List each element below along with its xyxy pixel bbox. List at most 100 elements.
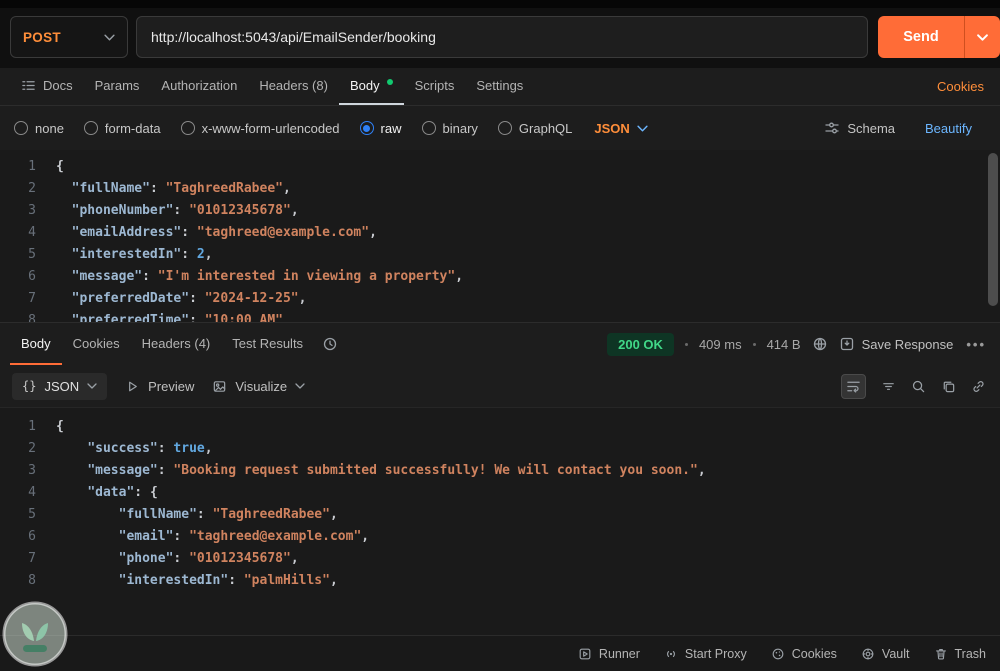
schema-label: Schema bbox=[847, 121, 895, 136]
radio-icon bbox=[84, 121, 98, 135]
more-options-icon[interactable]: ••• bbox=[964, 337, 986, 352]
save-response-icon bbox=[839, 336, 855, 352]
cookies-button[interactable]: Cookies bbox=[771, 647, 837, 661]
dot-separator bbox=[753, 343, 756, 346]
tab-params[interactable]: Params bbox=[84, 68, 151, 105]
line-number: 4 bbox=[0, 482, 36, 504]
radio-icon bbox=[14, 121, 28, 135]
response-body-code: 1{2 "success": true,3 "message": "Bookin… bbox=[0, 416, 1000, 592]
response-tab-body[interactable]: Body bbox=[10, 323, 62, 365]
radio-icon-selected bbox=[360, 121, 374, 135]
response-body-viewer[interactable]: 1{2 "success": true,3 "message": "Bookin… bbox=[0, 407, 1000, 635]
code-line: 7 "phone": "01012345678", bbox=[0, 548, 1000, 570]
bodytype-none[interactable]: none bbox=[14, 121, 64, 136]
response-format-dropdown[interactable]: {} JSON bbox=[12, 373, 107, 400]
response-panel: Body Cookies Headers (4) Test Results 20… bbox=[0, 322, 1000, 635]
response-tab-cookies[interactable]: Cookies bbox=[62, 323, 131, 365]
response-toolbar-icons bbox=[841, 374, 988, 399]
history-clock-icon bbox=[322, 336, 338, 352]
visualize-button[interactable]: Visualize bbox=[212, 379, 305, 394]
scrollbar-thumb[interactable] bbox=[988, 153, 998, 306]
request-body-code: 1{2 "fullName": "TaghreedRabee",3 "phone… bbox=[0, 156, 1000, 322]
code-line: 7 "preferredDate": "2024-12-25", bbox=[0, 288, 1000, 310]
line-number: 5 bbox=[0, 504, 36, 526]
trash-button[interactable]: Trash bbox=[934, 647, 987, 661]
code-line: 3 "phoneNumber": "01012345678", bbox=[0, 200, 1000, 222]
filter-icon[interactable] bbox=[881, 379, 896, 394]
status-badge: 200 OK bbox=[607, 333, 674, 356]
line-number: 4 bbox=[0, 222, 36, 244]
response-tab-headers[interactable]: Headers (4) bbox=[131, 323, 222, 365]
tab-docs[interactable]: Docs bbox=[10, 68, 84, 105]
response-tab-test-results[interactable]: Test Results bbox=[221, 323, 314, 365]
network-globe-icon[interactable] bbox=[812, 336, 828, 352]
line-number: 2 bbox=[0, 438, 36, 460]
code-text: "phone": "01012345678", bbox=[56, 548, 299, 570]
code-text: "message": "I'm interested in viewing a … bbox=[56, 266, 463, 288]
response-toolbar: {} JSON Preview Visualize bbox=[0, 365, 1000, 407]
line-number: 2 bbox=[0, 178, 36, 200]
code-line: 1{ bbox=[0, 156, 1000, 178]
bodytype-raw[interactable]: raw bbox=[360, 121, 402, 136]
braces-icon: {} bbox=[22, 379, 36, 393]
bodytype-urlencoded[interactable]: x-www-form-urlencoded bbox=[181, 121, 340, 136]
radio-label: raw bbox=[381, 121, 402, 136]
runner-label: Runner bbox=[599, 647, 640, 661]
schema-button[interactable]: Schema bbox=[824, 120, 895, 136]
tab-headers[interactable]: Headers (8) bbox=[248, 68, 339, 105]
body-type-bar: none form-data x-www-form-urlencoded raw… bbox=[0, 106, 1000, 150]
vault-button[interactable]: Vault bbox=[861, 647, 910, 661]
code-text: "preferredTime": "10:00 AM" bbox=[56, 310, 283, 322]
tab-label: Test Results bbox=[232, 336, 303, 351]
tab-label: Body bbox=[350, 78, 380, 93]
tab-label: Scripts bbox=[415, 78, 455, 93]
tab-body[interactable]: Body bbox=[339, 68, 404, 105]
docs-icon bbox=[21, 78, 36, 93]
vault-label: Vault bbox=[882, 647, 910, 661]
code-text: { bbox=[56, 416, 64, 438]
code-line: 4 "emailAddress": "taghreed@example.com"… bbox=[0, 222, 1000, 244]
url-input[interactable] bbox=[151, 29, 853, 45]
tab-label: Docs bbox=[43, 78, 73, 93]
send-button[interactable]: Send bbox=[878, 16, 964, 58]
broadcast-icon bbox=[664, 647, 678, 661]
wrap-text-icon[interactable] bbox=[841, 374, 866, 399]
tab-label: Headers (4) bbox=[142, 336, 211, 351]
tab-authorization[interactable]: Authorization bbox=[150, 68, 248, 105]
cookies-link[interactable]: Cookies bbox=[931, 68, 990, 105]
radio-label: x-www-form-urlencoded bbox=[202, 121, 340, 136]
link-icon[interactable] bbox=[971, 379, 986, 394]
radio-label: form-data bbox=[105, 121, 161, 136]
bodytype-graphql[interactable]: GraphQL bbox=[498, 121, 572, 136]
request-body-editor[interactable]: 1{2 "fullName": "TaghreedRabee",3 "phone… bbox=[0, 150, 1000, 322]
radio-label: none bbox=[35, 121, 64, 136]
bodytype-form-data[interactable]: form-data bbox=[84, 121, 161, 136]
tab-settings[interactable]: Settings bbox=[465, 68, 534, 105]
footer-status-bar: Runner Start Proxy Cookies Vault Trash bbox=[0, 635, 1000, 671]
request-editor-scrollbar[interactable] bbox=[988, 153, 998, 319]
code-text: "message": "Booking request submitted su… bbox=[56, 460, 706, 482]
method-dropdown[interactable]: POST bbox=[10, 16, 128, 58]
tab-label: Params bbox=[95, 78, 140, 93]
response-tabs: Body Cookies Headers (4) Test Results 20… bbox=[0, 323, 1000, 365]
bodytype-binary[interactable]: binary bbox=[422, 121, 478, 136]
language-dropdown[interactable]: JSON bbox=[594, 121, 647, 136]
preview-button[interactable]: Preview bbox=[125, 379, 194, 394]
response-history-button[interactable] bbox=[314, 323, 346, 365]
tabs-spacer bbox=[534, 68, 931, 105]
format-label: JSON bbox=[44, 379, 79, 394]
api-client-app: POST Send Docs Params Authorization bbox=[0, 0, 1000, 671]
trash-label: Trash bbox=[955, 647, 987, 661]
start-proxy-button[interactable]: Start Proxy bbox=[664, 647, 747, 661]
beautify-link[interactable]: Beautify bbox=[925, 121, 972, 136]
save-response-button[interactable]: Save Response bbox=[839, 336, 954, 352]
sliders-icon bbox=[824, 120, 840, 136]
search-icon[interactable] bbox=[911, 379, 926, 394]
send-button-group: Send bbox=[878, 16, 1000, 58]
line-number: 1 bbox=[0, 416, 36, 438]
line-number: 7 bbox=[0, 548, 36, 570]
tab-scripts[interactable]: Scripts bbox=[404, 68, 466, 105]
copy-icon[interactable] bbox=[941, 379, 956, 394]
send-options-button[interactable] bbox=[964, 16, 1000, 58]
runner-button[interactable]: Runner bbox=[578, 647, 640, 661]
